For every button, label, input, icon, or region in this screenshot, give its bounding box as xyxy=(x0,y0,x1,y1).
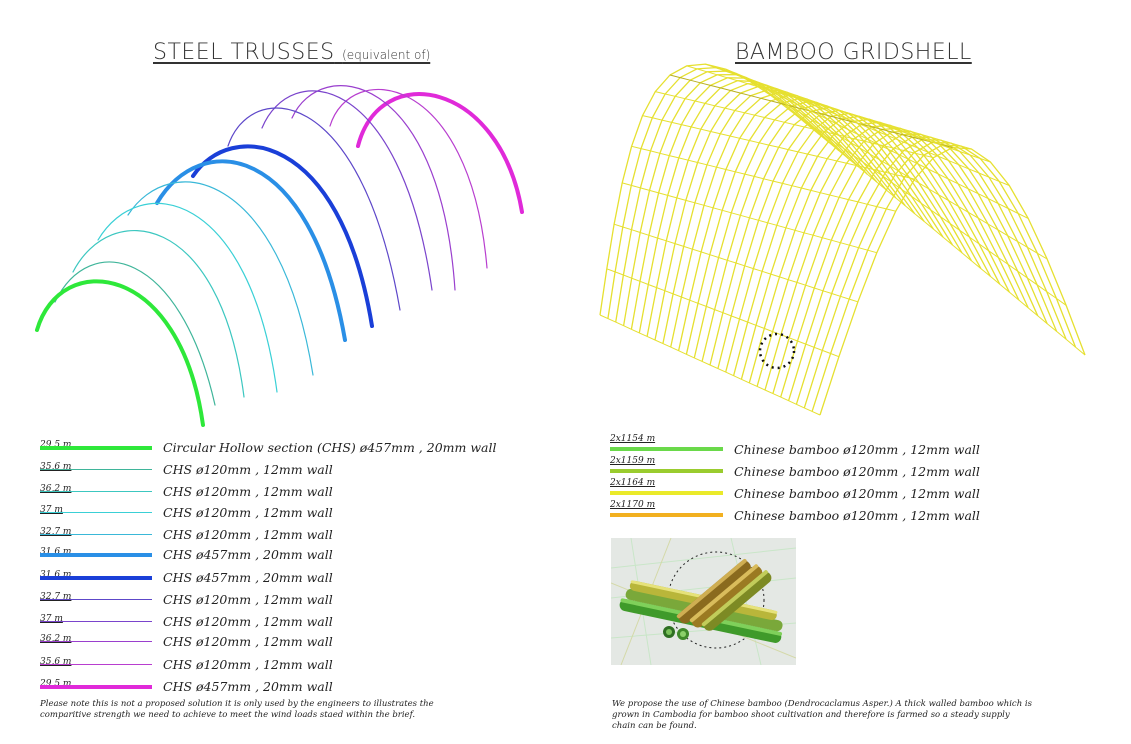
bamboo-joint-detail-image xyxy=(611,538,796,665)
steel-legend-swatch xyxy=(40,534,152,535)
steel-legend-swatch xyxy=(40,621,152,622)
steel-legend-swatch xyxy=(40,576,152,580)
bamboo-legend-swatch xyxy=(610,513,723,517)
steel-legend-swatch xyxy=(40,491,152,492)
steel-legend-swatch xyxy=(40,664,152,665)
steel-legend-length: 37 m xyxy=(40,505,63,515)
steel-legend-swatch xyxy=(40,512,152,513)
steel-legend-length: 36,2 m xyxy=(40,484,72,494)
steel-legend-description: CHS ø120mm , 12mm wall xyxy=(163,505,333,520)
bamboo-legend-description: Chinese bamboo ø120mm , 12mm wall xyxy=(734,508,980,523)
steel-legend-swatch xyxy=(40,469,152,470)
bamboo-legend-description: Chinese bamboo ø120mm , 12mm wall xyxy=(734,442,980,457)
gridshell-rib xyxy=(819,146,1086,416)
gridshell-rib xyxy=(811,144,1077,412)
steel-note: Please note this is not a proposed solut… xyxy=(40,699,434,720)
steel-legend-swatch xyxy=(40,553,152,557)
bamboo-legend-swatch xyxy=(610,447,723,451)
gridshell-purlin xyxy=(613,223,859,303)
gridshell-purlin xyxy=(606,268,840,358)
steel-legend-length: 32,7 m xyxy=(40,527,72,537)
steel-legend-description: CHS ø120mm , 12mm wall xyxy=(163,592,333,607)
steel-legend-description: CHS ø457mm , 20mm wall xyxy=(163,547,333,562)
bamboo-legend-length: 2x1159 m xyxy=(610,456,656,466)
steel-legend-swatch xyxy=(40,641,152,642)
steel-legend-length: 32,7 m xyxy=(40,592,72,602)
gridshell-purlin xyxy=(770,95,1048,260)
gridshell-rib xyxy=(803,141,1067,409)
gridshell-purlin xyxy=(655,91,934,159)
steel-legend-length: 37 m xyxy=(40,614,63,624)
bamboo-legend-length: 2x1154 m xyxy=(610,434,656,444)
bamboo-legend-length: 2x1170 m xyxy=(610,500,656,510)
bamboo-legend-length: 2x1164 m xyxy=(610,478,656,488)
bamboo-note: We propose the use of Chinese bamboo (De… xyxy=(612,699,1032,731)
steel-legend-swatch xyxy=(40,599,152,600)
steel-legend-swatch xyxy=(40,446,152,450)
steel-legend-description: CHS ø120mm , 12mm wall xyxy=(163,657,333,672)
steel-legend-length: 36,2 m xyxy=(40,634,72,644)
bamboo-legend-swatch xyxy=(610,491,723,495)
steel-legend-description: Circular Hollow section (CHS) ø457mm , 2… xyxy=(163,440,497,455)
steel-legend-description: CHS ø120mm , 12mm wall xyxy=(163,634,333,649)
steel-legend-description: CHS ø120mm , 12mm wall xyxy=(163,614,333,629)
steel-legend-length: 35,6 m xyxy=(40,462,72,472)
gridshell-purlin xyxy=(622,182,877,254)
steel-legend-description: CHS ø120mm , 12mm wall xyxy=(163,462,333,477)
bamboo-legend-swatch xyxy=(610,469,723,473)
steel-legend-swatch xyxy=(40,685,152,689)
gridshell-mesh xyxy=(599,63,1086,416)
gridshell-rib xyxy=(787,136,1048,401)
steel-legend-length: 35,6 m xyxy=(40,657,72,667)
steel-legend-description: CHS ø457mm , 20mm wall xyxy=(163,570,333,585)
steel-legend-description: CHS ø120mm , 12mm wall xyxy=(163,484,333,499)
bamboo-legend-description: Chinese bamboo ø120mm , 12mm wall xyxy=(734,464,980,479)
gridshell-purlin xyxy=(747,79,1029,219)
steel-legend-description: CHS ø457mm , 20mm wall xyxy=(163,679,333,694)
bamboo-legend-description: Chinese bamboo ø120mm , 12mm wall xyxy=(734,486,980,501)
steel-legend-description: CHS ø120mm , 12mm wall xyxy=(163,527,333,542)
bamboo-gridshell-drawing xyxy=(599,63,1086,416)
